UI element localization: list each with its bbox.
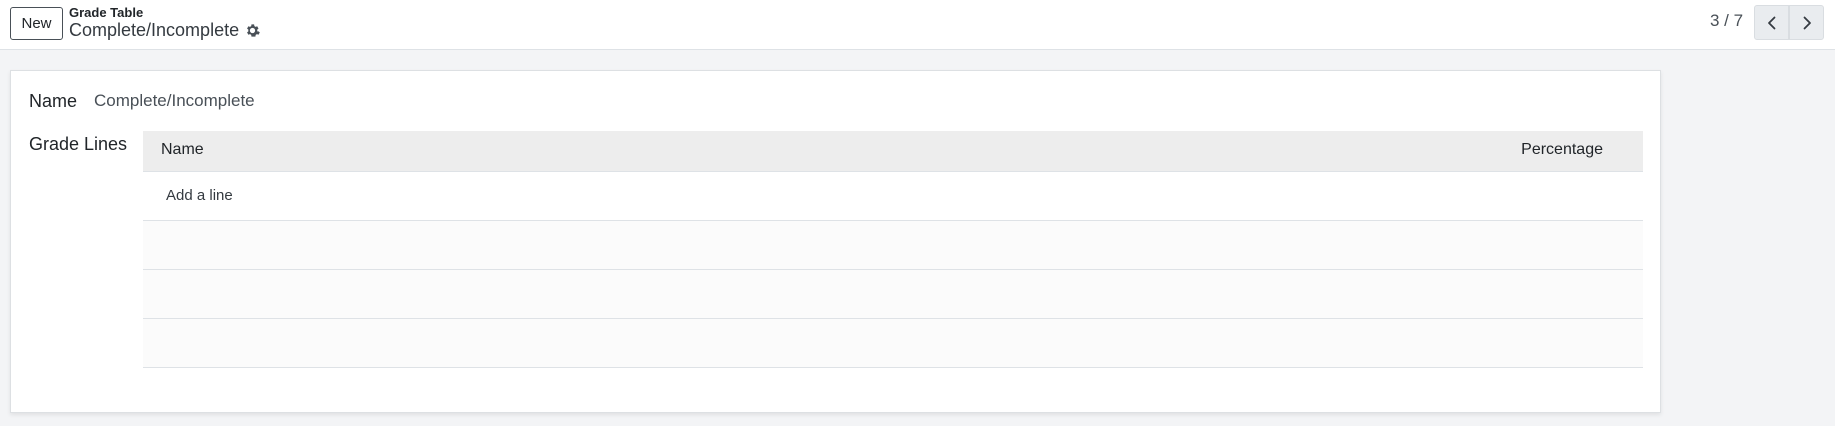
column-header-name[interactable]: Name	[161, 141, 204, 159]
control-panel: New Grade Table Complete/Incomplete 3 / …	[0, 0, 1835, 50]
grade-lines-table: Name Percentage Add a line	[143, 131, 1643, 368]
breadcrumb-parent-link[interactable]: Grade Table	[69, 5, 143, 20]
pager-next-button[interactable]	[1789, 5, 1824, 40]
breadcrumb-current: Complete/Incomplete	[69, 20, 260, 41]
gear-icon[interactable]	[245, 23, 260, 38]
new-button[interactable]: New	[10, 7, 63, 40]
pager-value[interactable]: 3 / 7	[1710, 11, 1743, 31]
name-field[interactable]: Complete/Incomplete	[94, 91, 494, 111]
table-row-empty	[143, 221, 1643, 270]
pager-previous-button[interactable]	[1754, 5, 1789, 40]
breadcrumb-current-title: Complete/Incomplete	[69, 20, 240, 40]
grade-lines-label: Grade Lines	[29, 134, 128, 154]
table-header: Name Percentage	[143, 131, 1643, 172]
add-line-link[interactable]: Add a line	[166, 187, 233, 204]
name-label: Name	[29, 91, 78, 111]
table-row-empty	[143, 319, 1643, 368]
form-sheet: Name Complete/Incomplete Grade Lines Nam…	[10, 70, 1661, 413]
chevron-left-icon	[1767, 16, 1775, 29]
column-header-percentage[interactable]: Percentage	[1521, 141, 1603, 159]
add-line-row: Add a line	[143, 172, 1643, 221]
table-row-empty	[143, 270, 1643, 319]
chevron-right-icon	[1803, 16, 1811, 29]
